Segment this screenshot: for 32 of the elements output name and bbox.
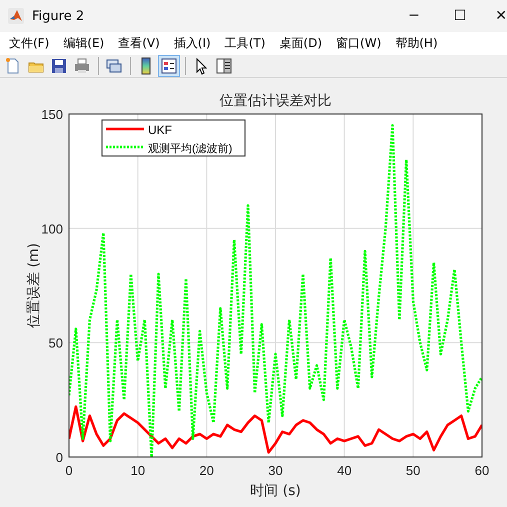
menu-item[interactable]: 文件(F)	[2, 32, 56, 54]
legend-line-sample	[106, 128, 144, 130]
x-tick-label: 60	[474, 463, 490, 478]
menu-item[interactable]: 插入(I)	[166, 32, 218, 54]
x-tick-label: 40	[337, 463, 352, 478]
menu-item[interactable]: 工具(T)	[218, 32, 272, 54]
legend-label: 观测平均(滤波前)	[148, 143, 232, 155]
x-tick-label: 10	[130, 463, 146, 478]
x-tick-label: 50	[406, 463, 420, 478]
window-title: Figure 2	[32, 8, 84, 24]
menu-item[interactable]: 窗口(W)	[329, 32, 388, 54]
matlab-logo-icon	[8, 8, 24, 24]
legend-icon[interactable]	[158, 54, 180, 77]
minimize-button[interactable]: ─	[391, 0, 437, 32]
y-tick-label: 100	[41, 221, 63, 236]
legend-label: UKF	[148, 123, 172, 137]
x-tick-label: 20	[199, 463, 214, 478]
maximize-button[interactable]: ☐	[437, 0, 483, 32]
menu-item[interactable]: 桌面(D)	[272, 32, 330, 54]
legend-line-sample	[106, 146, 144, 148]
x-tick-label: 0	[65, 463, 73, 478]
chart-title: 位置估计误差对比	[220, 93, 332, 109]
y-axis-label: 位置误差 (m)	[26, 243, 42, 328]
menu-item[interactable]: 帮助(H)	[388, 32, 445, 54]
menu-item[interactable]: 查看(V)	[111, 32, 167, 54]
x-tick-label: 30	[268, 463, 283, 478]
y-tick-label: 150	[41, 107, 63, 122]
x-axis-label: 时间 (s)	[250, 483, 301, 499]
y-tick-label: 0	[56, 450, 63, 465]
y-tick-label: 50	[48, 336, 63, 351]
menu-item[interactable]: 编辑(E)	[56, 32, 112, 54]
close-button[interactable]: ✕	[483, 0, 507, 32]
